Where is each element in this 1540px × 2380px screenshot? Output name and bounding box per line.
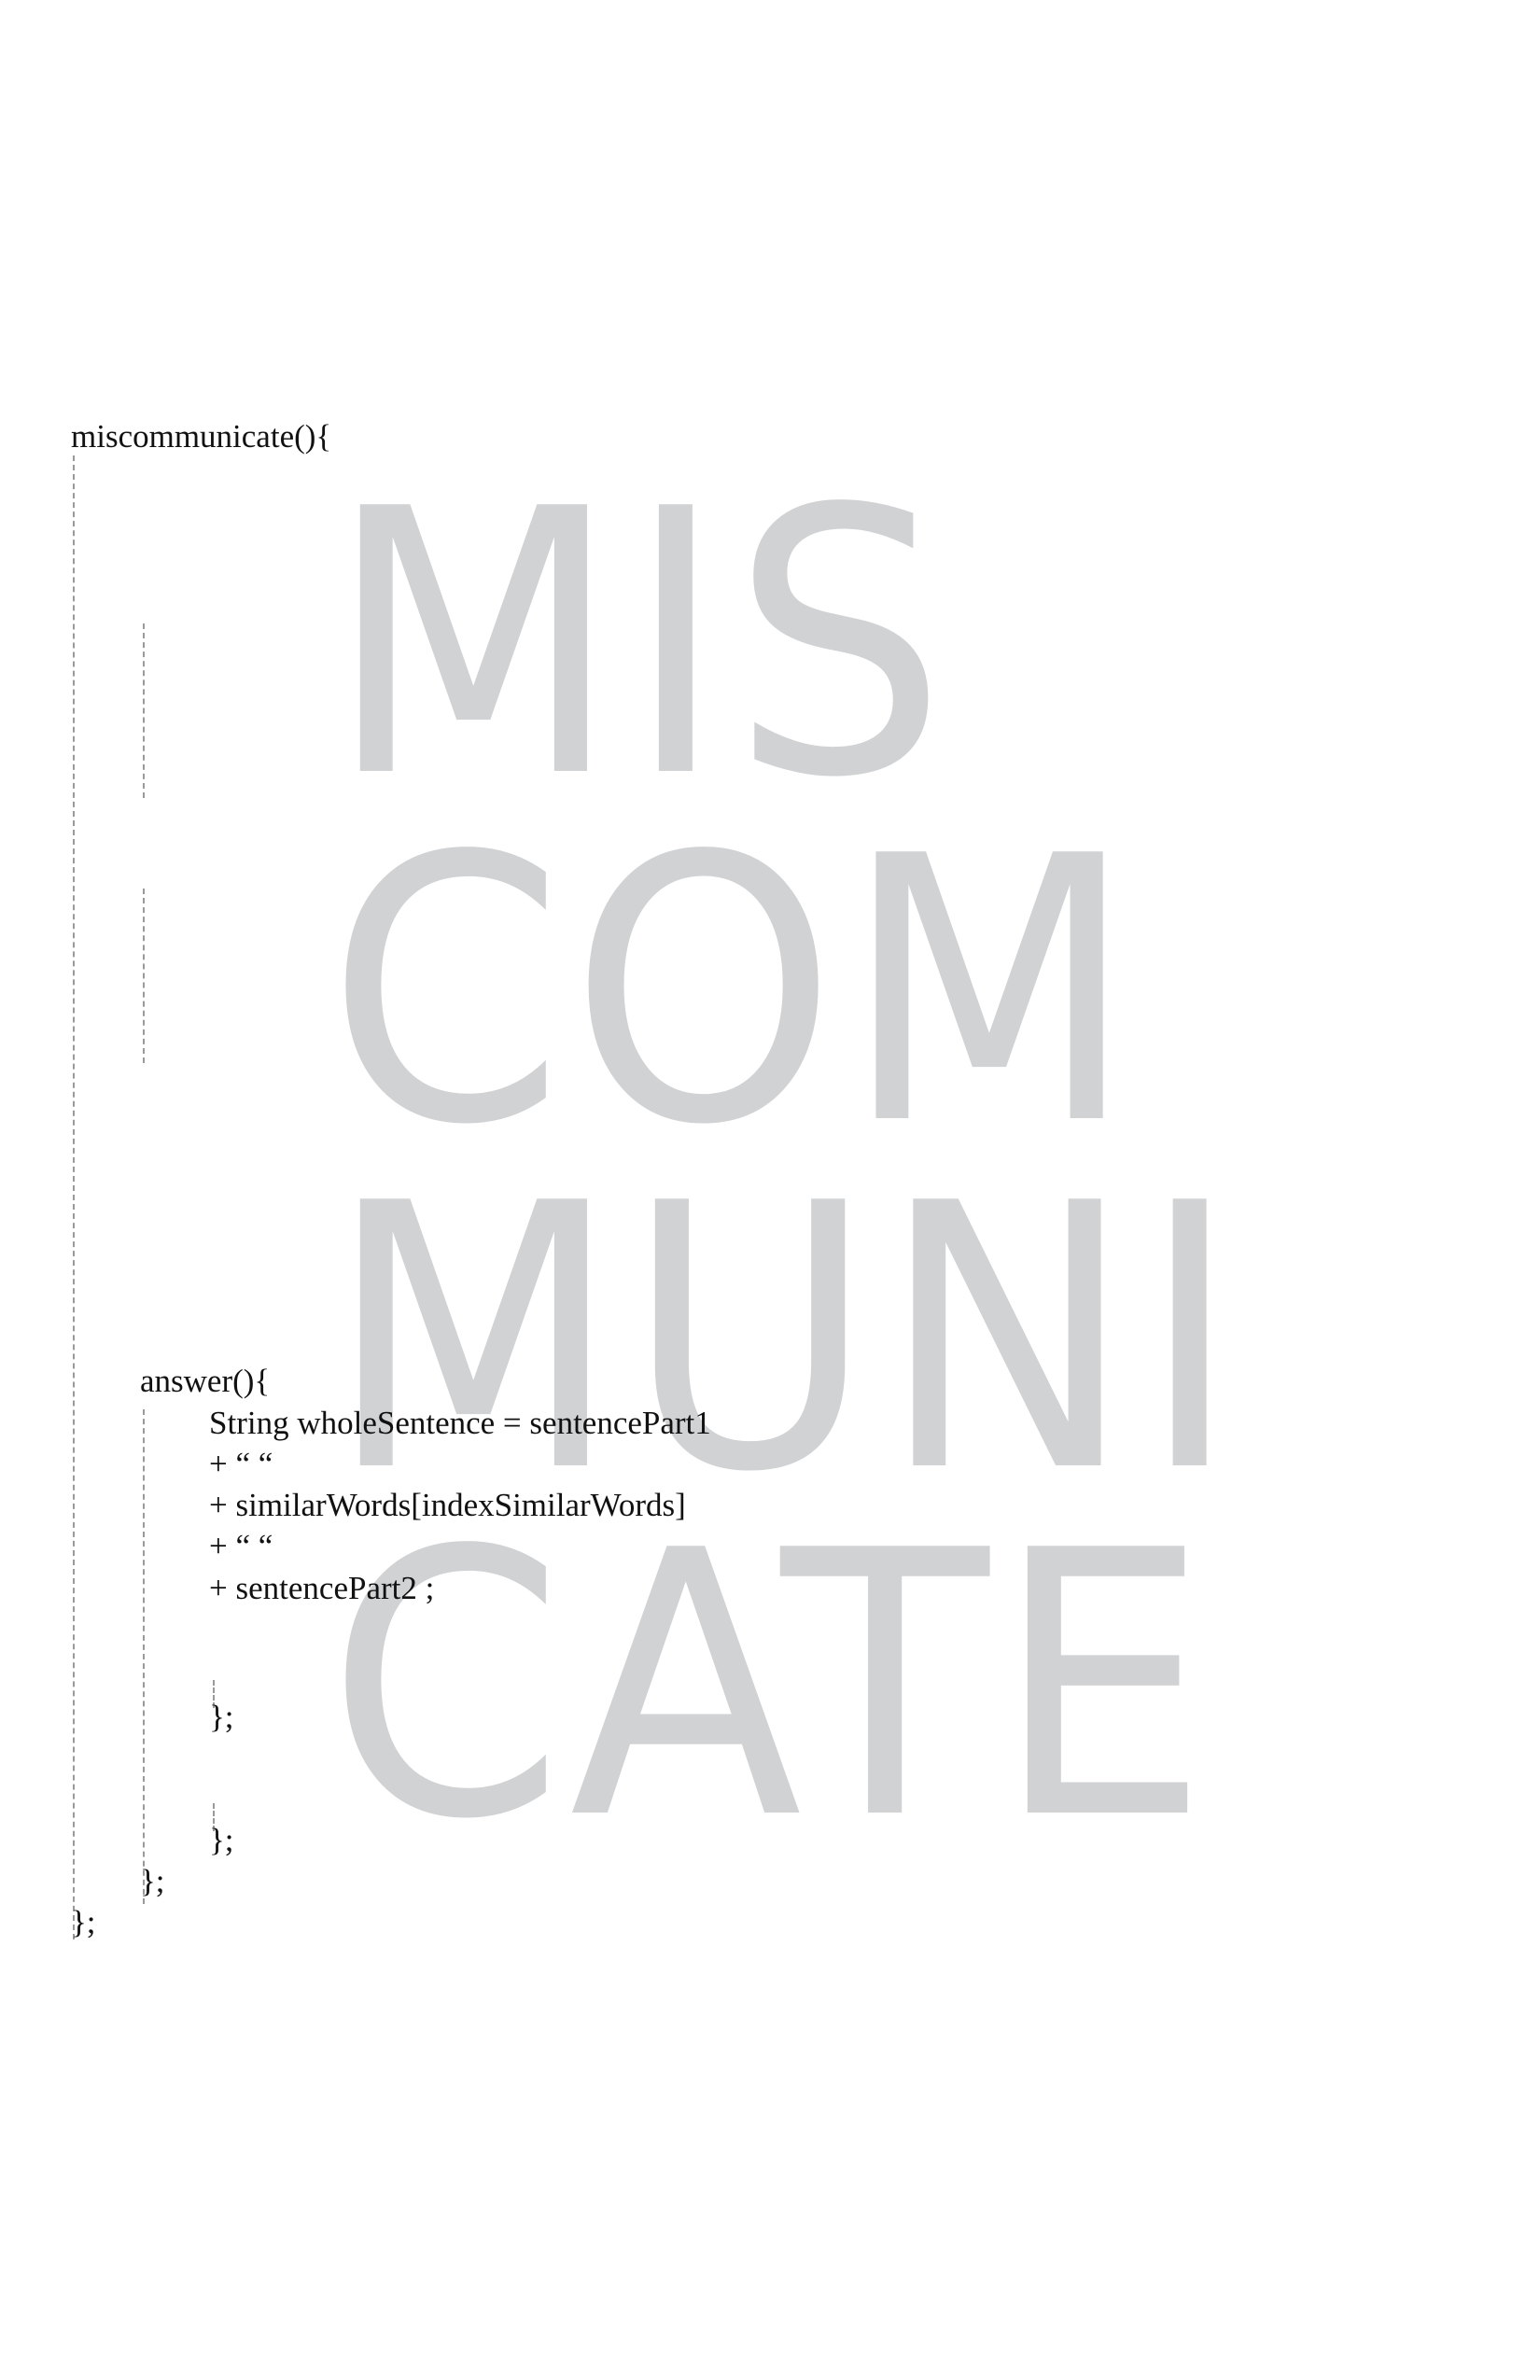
function-miscommunicate-open: miscommunicate(){: [71, 418, 332, 455]
background-title-line: COM: [327, 779, 1141, 1205]
inner-indent-guide-upper: [143, 623, 145, 798]
background-title: MIS COM MUNI CATE: [327, 432, 1245, 1899]
inner-indent-guide-middle: [143, 889, 145, 1063]
closing-brace: };: [209, 1822, 234, 1858]
code-line: + “ “: [209, 1528, 273, 1564]
code-line: + sentencePart2 ;: [209, 1570, 435, 1606]
code-line: + “ “: [209, 1446, 273, 1482]
background-title-line: MUNI: [327, 1127, 1245, 1552]
code-line: + similarWords[indexSimilarWords]: [209, 1487, 686, 1523]
outer-indent-guide: [73, 455, 75, 1939]
code-line: String wholeSentence = sentencePart1: [209, 1405, 711, 1441]
function-answer-open: answer(){: [140, 1363, 271, 1399]
closing-brace: };: [140, 1863, 165, 1899]
background-title-line: CATE: [327, 1474, 1214, 1899]
answer-indent-guide: [143, 1409, 145, 1904]
closing-brace: };: [71, 1904, 96, 1940]
document-page: MIS COM MUNI CATE miscommunicate(){ answ…: [0, 0, 1540, 2380]
closing-brace: };: [209, 1699, 234, 1735]
background-title-line: MIS: [327, 432, 953, 858]
